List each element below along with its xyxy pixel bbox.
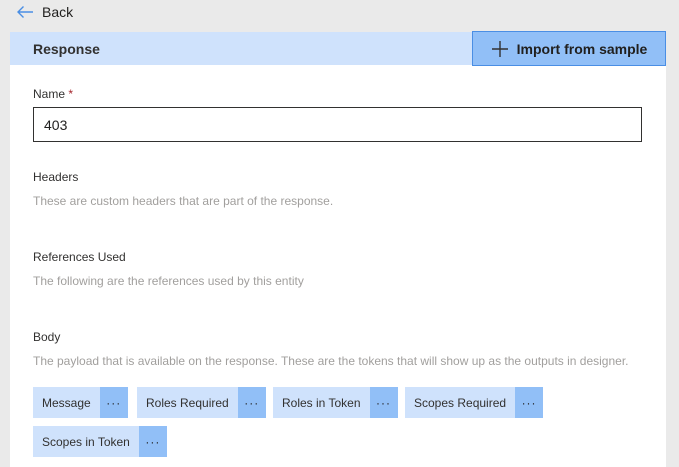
headers-title: Headers xyxy=(33,170,79,184)
token-label: Roles in Token xyxy=(282,395,361,410)
name-field-label: Name * xyxy=(33,87,74,101)
references-description: The following are the references used by… xyxy=(33,274,304,288)
more-icon[interactable]: ··· xyxy=(237,387,266,418)
token-roles-required[interactable]: Roles Required ··· xyxy=(137,387,266,418)
references-title: References Used xyxy=(33,250,126,264)
back-label: Back xyxy=(42,4,74,20)
token-message[interactable]: Message ··· xyxy=(33,387,128,418)
body-description: The payload that is available on the res… xyxy=(33,354,629,368)
panel-title: Response xyxy=(33,41,100,57)
more-icon[interactable]: ··· xyxy=(515,387,544,418)
import-label: Import from sample xyxy=(516,40,648,57)
token-label: Scopes in Token xyxy=(42,434,130,449)
response-panel: Response Import from sample Name * Heade… xyxy=(10,31,666,467)
token-roles-in-token[interactable]: Roles in Token ··· xyxy=(273,387,398,418)
more-icon[interactable]: ··· xyxy=(138,426,167,457)
plus-icon xyxy=(491,40,509,58)
token-scopes-in-token[interactable]: Scopes in Token ··· xyxy=(33,426,167,457)
more-icon[interactable]: ··· xyxy=(369,387,398,418)
token-label: Message xyxy=(42,395,91,410)
back-button[interactable]: Back xyxy=(16,2,73,22)
required-mark: * xyxy=(68,87,74,101)
body-title: Body xyxy=(33,330,61,344)
token-label: Roles Required xyxy=(146,395,229,410)
token-scopes-required[interactable]: Scopes Required ··· xyxy=(405,387,544,418)
name-input[interactable] xyxy=(33,107,642,142)
arrow-left-icon xyxy=(16,5,34,19)
import-from-sample-button[interactable]: Import from sample xyxy=(472,31,666,66)
token-label: Scopes Required xyxy=(414,395,507,410)
headers-description: These are custom headers that are part o… xyxy=(33,194,334,208)
panel-header: Response Import from sample xyxy=(10,31,666,66)
more-icon[interactable]: ··· xyxy=(99,387,128,418)
